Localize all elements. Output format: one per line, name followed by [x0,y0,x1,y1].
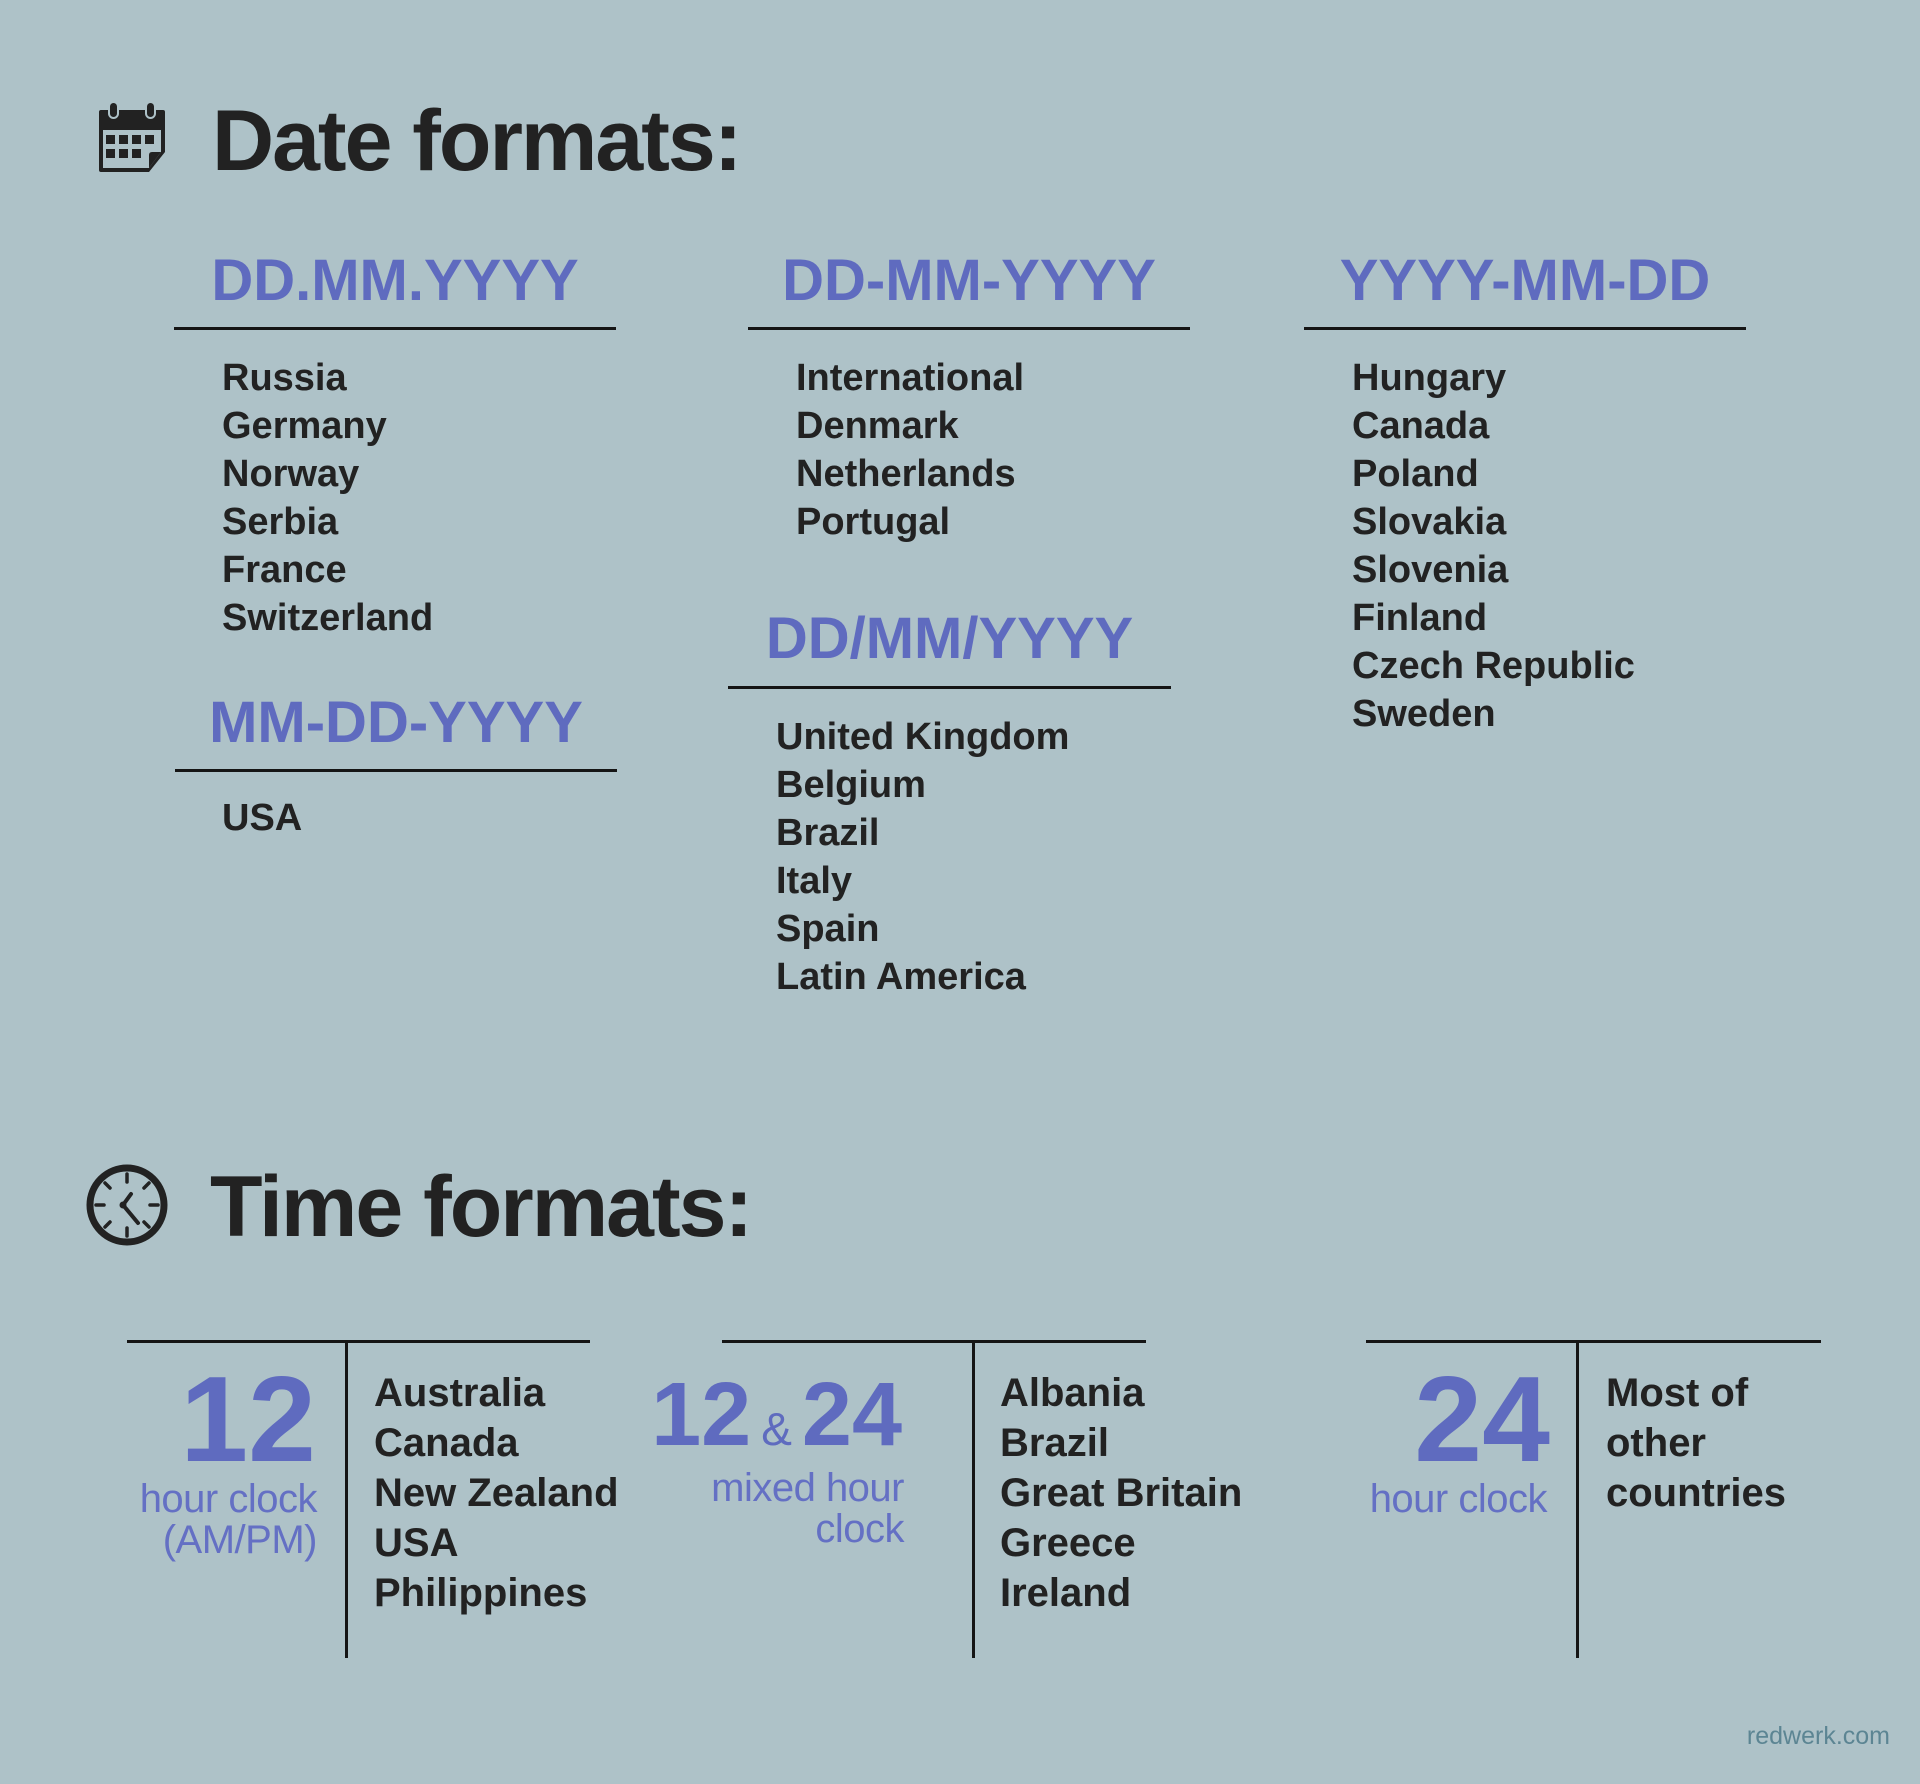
list-item: International [796,357,1025,399]
divider [174,327,616,330]
country-list: Albania Brazil Great Britain Greece Irel… [1000,1368,1242,1618]
list-item: USA [374,1521,459,1565]
date-formats-title: Date formats: [212,93,742,189]
list-item: Czech Republic [1352,645,1635,687]
list-item: Australia [374,1371,546,1415]
clock-icon [85,1163,169,1247]
format-heading: MM-DD-YYYY [209,690,583,755]
list-item: Greece [1000,1521,1136,1565]
list-item: Serbia [222,501,339,543]
calendar-icon [97,100,167,174]
divider [748,327,1190,330]
format-caption-line-1: hour clock [1369,1477,1548,1521]
list-item: USA [222,797,303,839]
format-caption-line-1: hour clock [139,1477,318,1521]
list-item: countries [1606,1471,1787,1515]
format-heading: YYYY-MM-DD [1339,248,1711,313]
list-item: Canada [374,1421,519,1465]
format-heading: DD.MM.YYYY [211,248,579,313]
vertical-divider [1576,1340,1579,1658]
number-12: 12 [651,1365,752,1465]
divider [127,1340,590,1343]
format-number: 12 & 24 [651,1370,902,1460]
list-item: Brazil [1000,1421,1109,1465]
list-item: Germany [222,405,387,447]
list-item: Belgium [776,764,926,806]
list-item: Netherlands [796,453,1016,495]
country-list: International Denmark Netherlands Portug… [796,354,1024,546]
list-item: Finland [1352,597,1488,639]
list-item: United Kingdom [776,716,1070,758]
divider [175,769,617,772]
format-caption-line-2: clock [815,1507,904,1551]
vertical-divider [345,1340,348,1658]
list-item: Sweden [1352,693,1496,735]
list-item: Italy [776,860,853,902]
country-list: USA [222,794,302,842]
list-item: Denmark [796,405,959,447]
list-item: Slovenia [1352,549,1509,591]
list-item: Spain [776,908,880,950]
ampersand: & [761,1403,792,1455]
list-item: Philippines [374,1571,588,1615]
vertical-divider [972,1340,975,1658]
divider [1366,1340,1821,1343]
divider [1304,327,1746,330]
list-item: Latin America [776,956,1026,998]
country-list: Australia Canada New Zealand USA Philipp… [374,1368,619,1618]
list-item: Hungary [1352,357,1507,399]
divider [722,1340,1146,1343]
list-item: Great Britain [1000,1471,1243,1515]
list-item: Portugal [796,501,951,543]
list-item: Albania [1000,1371,1145,1415]
list-item: Canada [1352,405,1490,447]
country-list: United Kingdom Belgium Brazil Italy Spai… [776,713,1069,1001]
list-item: Most of [1606,1371,1749,1415]
number-24: 24 [801,1365,902,1465]
list-item: other [1606,1421,1706,1465]
format-caption-line-1: mixed hour [711,1466,904,1510]
list-item: Ireland [1000,1571,1132,1615]
list-item: Switzerland [222,597,434,639]
country-list: Russia Germany Norway Serbia France Swit… [222,354,433,642]
list-item: France [222,549,347,591]
time-formats-title: Time formats: [210,1159,753,1255]
list-item: Russia [222,357,347,399]
list-item: New Zealand [374,1471,619,1515]
list-item: Norway [222,453,360,495]
format-number: 12 [180,1351,316,1487]
list-item: Poland [1352,453,1479,495]
format-heading: DD/MM/YYYY [765,606,1134,671]
footer-credit: redwerk.com [1746,1722,1890,1750]
list-item: Slovakia [1352,501,1507,543]
list-item: Brazil [776,812,880,854]
format-caption-line-2: (AM/PM) [162,1518,318,1562]
format-number: 24 [1414,1351,1550,1487]
country-list: Most of other countries [1606,1368,1786,1518]
divider [728,686,1171,689]
country-list: Hungary Canada Poland Slovakia Slovenia … [1352,354,1635,738]
format-heading: DD-MM-YYYY [782,248,1156,313]
